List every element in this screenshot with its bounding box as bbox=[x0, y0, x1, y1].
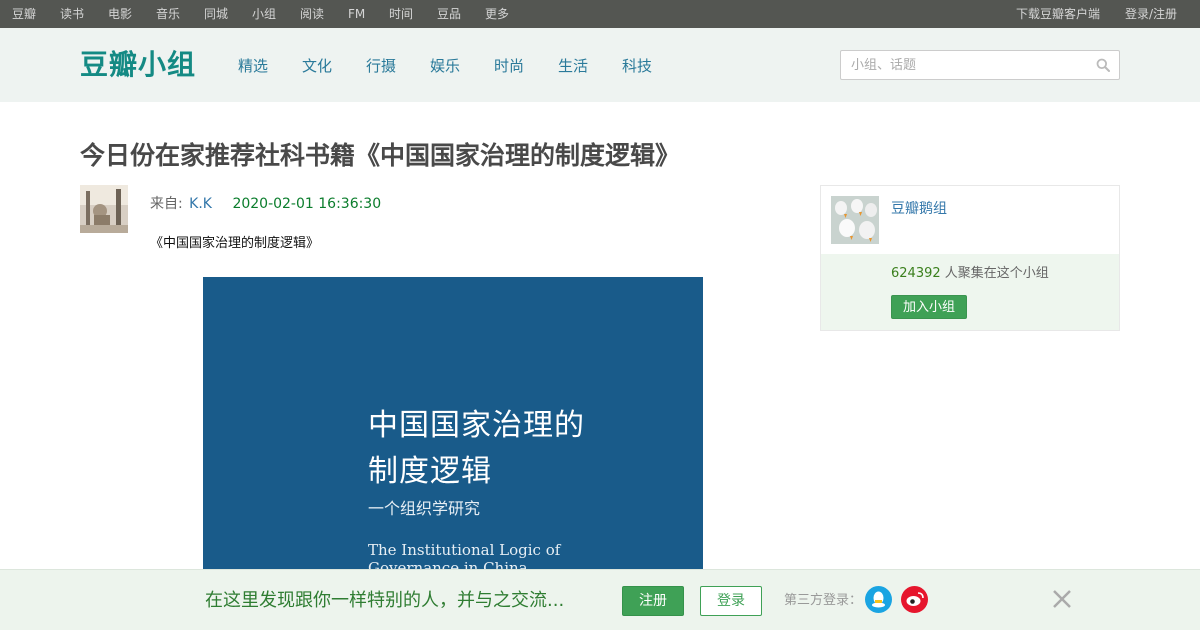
global-nav: 豆瓣 读书 电影 音乐 同城 小组 阅读 FM 时间 豆品 更多 下载豆瓣客户端… bbox=[0, 0, 1200, 28]
search-input[interactable] bbox=[841, 51, 1081, 79]
topic-meta: 来自: K.K 2020-02-01 16:36:30 bbox=[150, 195, 381, 213]
member-number: 624392 bbox=[891, 266, 941, 281]
nav-more[interactable]: 更多 bbox=[485, 7, 509, 21]
category-featured[interactable]: 精选 bbox=[238, 57, 268, 75]
third-party-label: 第三方登录： bbox=[784, 593, 863, 608]
post-time: 2020-02-01 16:36:30 bbox=[232, 196, 382, 212]
nav-fm[interactable]: FM bbox=[348, 7, 365, 21]
qq-login-icon[interactable] bbox=[865, 586, 892, 613]
login-button[interactable]: 登录 bbox=[700, 586, 762, 616]
nav-time[interactable]: 时间 bbox=[389, 7, 413, 21]
category-culture[interactable]: 文化 bbox=[302, 57, 332, 75]
category-travel[interactable]: 行摄 bbox=[366, 57, 396, 75]
cover-title-line1: 中国国家治理的 bbox=[368, 408, 585, 443]
from-label: 来自: bbox=[150, 196, 183, 212]
category-entertainment[interactable]: 娱乐 bbox=[430, 57, 460, 75]
weibo-login-icon[interactable] bbox=[901, 586, 928, 613]
promo-slogan: 在这里发现跟你一样特别的人，并与之交流... bbox=[205, 590, 565, 611]
author-link[interactable]: K.K bbox=[189, 196, 212, 212]
member-count: 624392 人聚集在这个小组 bbox=[891, 266, 1049, 282]
topic-title: 今日份在家推荐社科书籍《中国国家治理的制度逻辑》 bbox=[80, 141, 681, 170]
download-client-link[interactable]: 下载豆瓣客户端 bbox=[1016, 7, 1100, 21]
nav-group[interactable]: 小组 bbox=[252, 7, 276, 21]
cover-subtitle: 一个组织学研究 bbox=[368, 499, 481, 518]
group-name-link[interactable]: 豆瓣鹅组 bbox=[891, 200, 947, 218]
nav-read[interactable]: 阅读 bbox=[300, 7, 324, 21]
cover-english-line1: The Institutional Logic of bbox=[368, 541, 561, 559]
book-cover-image: 中国国家治理的 制度逻辑 一个组织学研究 The Institutional L… bbox=[203, 277, 703, 577]
group-card: 豆瓣鹅组 624392 人聚集在这个小组 加入小组 bbox=[820, 185, 1120, 331]
signup-promo-bar: 在这里发现跟你一样特别的人，并与之交流... 注册 登录 第三方登录： bbox=[0, 569, 1200, 630]
group-card-top: 豆瓣鹅组 bbox=[821, 186, 1119, 254]
category-tech[interactable]: 科技 bbox=[622, 57, 652, 75]
cover-title-line2: 制度逻辑 bbox=[368, 454, 492, 489]
group-card-bottom: 624392 人聚集在这个小组 加入小组 bbox=[821, 254, 1119, 330]
nav-books[interactable]: 读书 bbox=[60, 7, 84, 21]
nav-douban[interactable]: 豆瓣 bbox=[12, 7, 36, 21]
search-icon[interactable] bbox=[1096, 58, 1110, 72]
category-life[interactable]: 生活 bbox=[558, 57, 588, 75]
register-button[interactable]: 注册 bbox=[622, 586, 684, 616]
member-text: 人聚集在这个小组 bbox=[944, 266, 1049, 281]
search-box bbox=[840, 50, 1120, 80]
join-group-button[interactable]: 加入小组 bbox=[891, 295, 967, 319]
group-thumbnail[interactable] bbox=[831, 196, 879, 244]
login-register-link[interactable]: 登录/注册 bbox=[1125, 7, 1177, 21]
close-icon[interactable] bbox=[1050, 587, 1074, 611]
nav-goods[interactable]: 豆品 bbox=[437, 7, 461, 21]
nav-music[interactable]: 音乐 bbox=[156, 7, 180, 21]
avatar[interactable] bbox=[80, 185, 128, 233]
nav-local[interactable]: 同城 bbox=[204, 7, 228, 21]
group-header: 豆瓣小组 精选 文化 行摄 娱乐 时尚 生活 科技 bbox=[0, 28, 1200, 102]
book-title-line: 《中国国家治理的制度逻辑》 bbox=[150, 236, 320, 251]
category-fashion[interactable]: 时尚 bbox=[494, 57, 524, 75]
group-logo[interactable]: 豆瓣小组 bbox=[80, 47, 196, 83]
nav-movies[interactable]: 电影 bbox=[108, 7, 132, 21]
